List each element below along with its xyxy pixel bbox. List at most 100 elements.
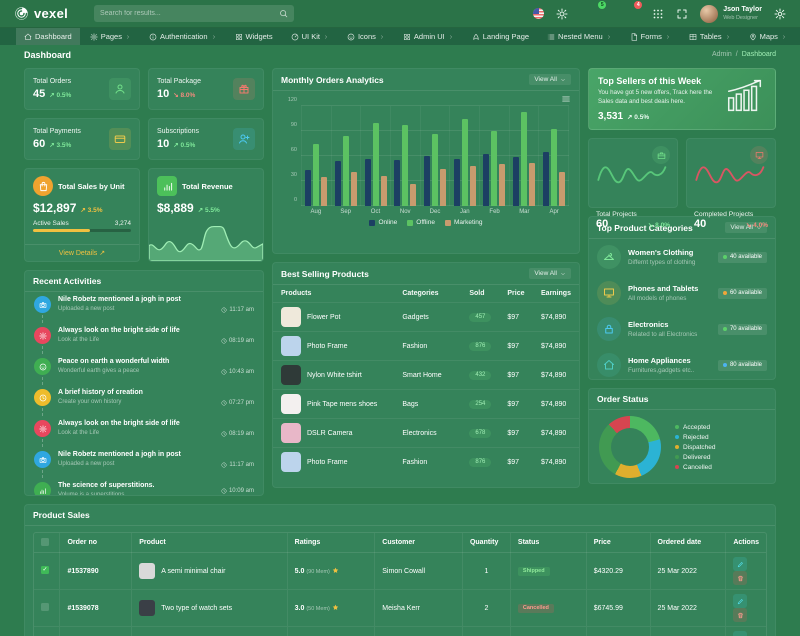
breadcrumb-current: Dashboard [742, 51, 776, 58]
edit-button[interactable] [733, 557, 747, 571]
search-icon[interactable] [279, 9, 288, 18]
chevron-right-icon [211, 34, 217, 40]
nav-item[interactable]: Landing Page [464, 28, 537, 45]
user-menu[interactable]: Json Taylor Web Designer [700, 5, 762, 23]
settings-gear-icon[interactable] [774, 8, 786, 20]
legend-item[interactable]: Online [369, 219, 397, 226]
rating-value: 3.0 [295, 605, 305, 612]
delete-button[interactable] [733, 608, 747, 622]
apps-grid-icon[interactable] [652, 8, 664, 20]
stat-card[interactable]: Subscriptions 10 ↗ 0.5% [148, 118, 264, 160]
clock-icon [221, 338, 227, 344]
best-selling-row[interactable]: Nylon White tshirt Smart Home 432 $97 $7… [273, 361, 579, 390]
cart-icon[interactable] [580, 8, 592, 20]
category-icon-box [597, 281, 621, 305]
product-sales-row[interactable]: #1539832 Mony layer headphones 4.5 (65 M… [34, 627, 766, 636]
legend-item[interactable]: Marketing [445, 219, 483, 226]
product-sales-row[interactable]: #1539078 Two type of watch sets 3.0 (50 … [34, 590, 766, 627]
activity-item[interactable]: A brief history of creation Create your … [25, 385, 263, 416]
analytics-title: Monthly Orders Analytics [281, 75, 384, 85]
col-ordered-date: Ordered date [650, 533, 726, 553]
product-sales-row[interactable]: #1537890 A semi minimal chair 5.0 (90 Me… [34, 553, 766, 590]
category-item[interactable]: Electronics Related to all Electronics 7… [589, 311, 775, 347]
fullscreen-icon[interactable] [676, 8, 688, 20]
nav-item-label: Admin UI [414, 32, 445, 41]
best-selling-view-all-button[interactable]: View All [529, 268, 571, 279]
pencil-icon [737, 598, 744, 605]
app-logo[interactable]: vexel [14, 6, 68, 21]
donut-legend-item[interactable]: Delivered [675, 454, 716, 461]
top-sellers-card[interactable]: Top Sellers of this Week You have got 5 … [588, 68, 776, 130]
donut-legend-item[interactable]: Accepted [675, 424, 716, 431]
breadcrumb-section[interactable]: Admin [712, 51, 732, 58]
timeline-connector [42, 315, 43, 323]
donut-legend-item[interactable]: Rejected [675, 434, 716, 441]
product-name: Photo Frame [307, 459, 347, 466]
project-label: Completed Projects [694, 211, 768, 218]
global-search[interactable] [94, 5, 294, 22]
product-category: Electronics [394, 419, 461, 448]
stat-card[interactable]: Total Orders 45 ↗ 0.5% [24, 68, 140, 110]
bar-group [391, 106, 421, 206]
nav-item[interactable]: Authentication [141, 28, 225, 45]
nav-item[interactable]: Icons [339, 28, 393, 45]
activity-item[interactable]: Nile Robetz mentioned a jogh in post Upl… [25, 447, 263, 478]
bar-marketing [321, 177, 327, 206]
project-stat-card[interactable]: Total Projects 60 ↘ 8.0% [588, 138, 678, 208]
user-name: Json Taylor [723, 6, 762, 14]
best-selling-row[interactable]: Pink Tape mens shoes Bags 254 $97 $74,89… [273, 390, 579, 419]
rating-note: (90 Mem) [306, 569, 330, 575]
nav-item-icon [749, 33, 757, 41]
nav-item[interactable]: Admin UI [395, 28, 462, 45]
activity-desc: Uploaded a new post [58, 306, 181, 312]
language-flag-icon[interactable] [533, 8, 544, 19]
theme-toggle-sun-icon[interactable] [556, 8, 568, 20]
legend-item[interactable]: Offline [407, 219, 435, 226]
product-category: Gadgets [394, 303, 461, 332]
analytics-view-all-button[interactable]: View All [529, 74, 571, 85]
category-item[interactable]: Phones and Tablets All models of phones … [589, 275, 775, 311]
nav-item[interactable]: Widgets [227, 28, 281, 45]
nav-item[interactable]: Maps [741, 28, 795, 45]
stat-value: 10 [157, 88, 169, 100]
nav-item-label: Pages [101, 32, 122, 41]
best-selling-row[interactable]: Photo Frame Fashion 876 $97 $74,890 [273, 332, 579, 361]
select-all-checkbox[interactable] [41, 538, 49, 546]
nav-item[interactable]: Pages [82, 28, 139, 45]
category-item[interactable]: Women's Clothing Differnt types of cloth… [589, 239, 775, 275]
activity-item[interactable]: Always look on the bright side of life L… [25, 323, 263, 354]
nav-item[interactable]: Tables [681, 28, 739, 45]
search-input[interactable] [100, 10, 279, 17]
stat-card[interactable]: Total Payments 60 ↗ 3.5% [24, 118, 140, 160]
growth-chart-illustration [723, 78, 767, 114]
edit-button[interactable] [733, 594, 747, 608]
donut-legend-item[interactable]: Cancelled [675, 464, 716, 471]
project-stat-card[interactable]: Completed Projects 40 ↘ 4.0% [686, 138, 776, 208]
col-products: Products [273, 285, 394, 303]
row-checkbox[interactable] [41, 603, 49, 611]
delete-button[interactable] [733, 571, 747, 585]
stat-card[interactable]: Total Package 10 ↘ 8.0% [148, 68, 264, 110]
bar-marketing [529, 163, 535, 206]
nav-item[interactable]: Nested Menu [539, 28, 620, 45]
edit-button[interactable] [733, 631, 747, 636]
nav-item[interactable]: Dashboard [16, 28, 80, 45]
best-selling-row[interactable]: DSLR Camera Electronics 678 $97 $74,890 [273, 419, 579, 448]
clock-icon [221, 400, 227, 406]
col-ratings: Ratings [287, 533, 375, 553]
nav-item[interactable]: UI Kit [283, 28, 337, 45]
category-item[interactable]: Home Appliances Furnitures,gadgets etc..… [589, 347, 775, 380]
activity-item[interactable]: Peace on earth a wonderful width Wonderf… [25, 354, 263, 385]
activity-item[interactable]: Nile Robetz mentioned a jogh in post Upl… [25, 292, 263, 323]
row-checkbox[interactable] [41, 566, 49, 574]
activity-item[interactable]: Always look on the bright side of life L… [25, 416, 263, 447]
chart-menu-icon[interactable] [561, 94, 571, 104]
bar-group [421, 106, 451, 206]
notifications-bell-icon[interactable] [616, 8, 628, 20]
donut-legend-item[interactable]: Dispatched [675, 444, 716, 451]
activity-item[interactable]: The science of superstitions. Volume is … [25, 478, 263, 496]
view-details-link[interactable]: View Details ↗ [25, 244, 139, 261]
best-selling-row[interactable]: Flower Pot Gadgets 457 $97 $74,890 [273, 303, 579, 332]
best-selling-row[interactable]: Photo Frame Fashion 876 $97 $74,890 [273, 448, 579, 477]
nav-item[interactable]: Forms [622, 28, 679, 45]
